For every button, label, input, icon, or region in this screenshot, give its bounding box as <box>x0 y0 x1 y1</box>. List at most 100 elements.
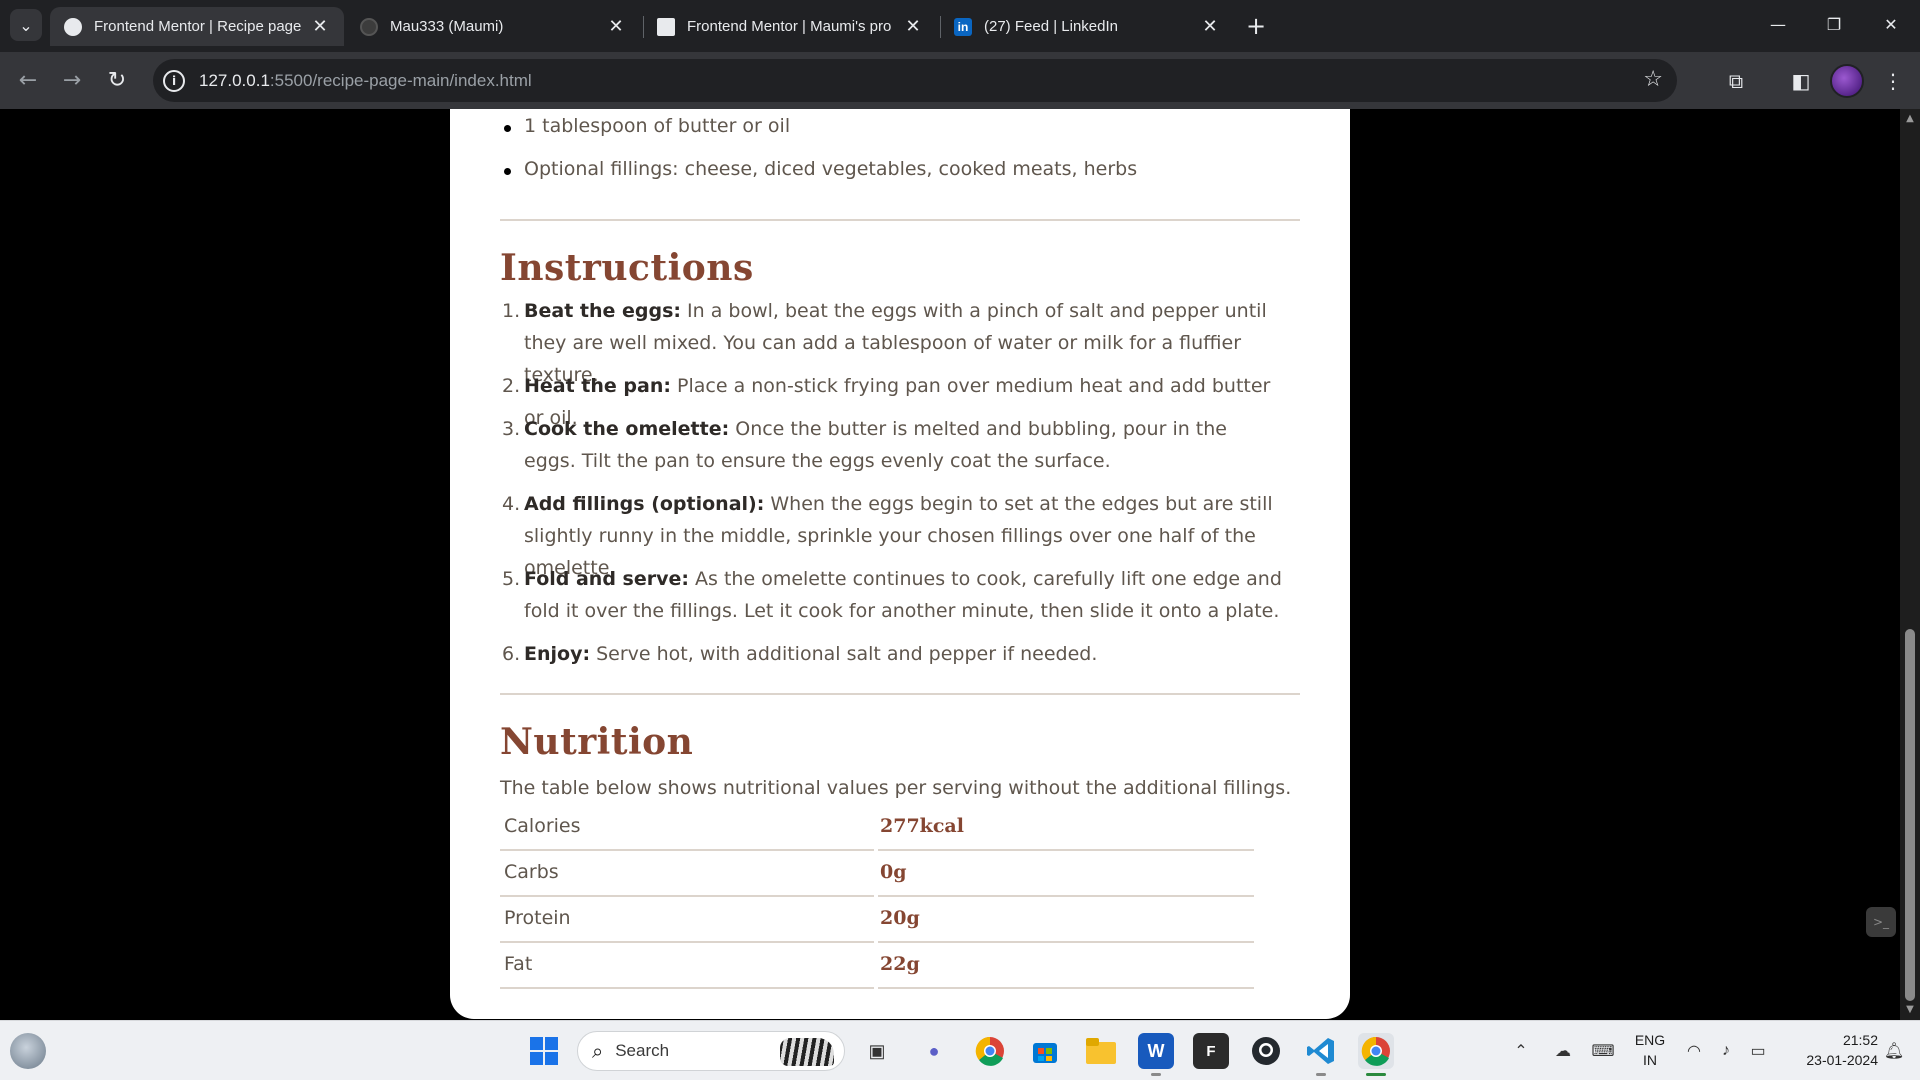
list-item: 1 tablespoon of butter or oil <box>503 115 791 137</box>
page-viewport: 1 tablespoon of butter or oil Optional f… <box>0 109 1900 1020</box>
onedrive-cloud-icon[interactable]: ☁ <box>1545 1033 1581 1069</box>
step-number: 2. <box>502 375 521 397</box>
keyboard-icon[interactable]: ⌨ <box>1585 1033 1621 1069</box>
nutrient-value: 0g <box>880 861 907 883</box>
file-explorer-icon[interactable] <box>1083 1033 1119 1069</box>
nutrient-value: 22g <box>880 953 920 975</box>
table-row: Carbs 0g <box>500 851 1256 897</box>
linkedin-favicon-icon: in <box>954 17 972 36</box>
list-item: Optional fillings: cheese, diced vegetab… <box>503 158 1138 180</box>
section-divider <box>500 693 1300 695</box>
address-bar[interactable]: i 127.0.0.1:5500/recipe-page-main/index.… <box>153 59 1677 102</box>
tab-linkedin-feed[interactable]: in (27) Feed | LinkedIn ✕ <box>940 7 1234 46</box>
browser-toolbar: ← → ↻ i 127.0.0.1:5500/recipe-page-main/… <box>0 52 1920 109</box>
step-title: Beat the eggs: <box>524 300 681 322</box>
teams-chat-icon[interactable]: ● <box>916 1033 952 1069</box>
step-title: Cook the omelette: <box>524 418 730 440</box>
region-code: IN <box>1643 1052 1657 1068</box>
site-info-icon[interactable]: i <box>163 69 185 92</box>
nutrition-intro: The table below shows nutritional values… <box>500 777 1292 799</box>
tab-close-icon[interactable]: ✕ <box>310 16 330 37</box>
nutrient-label: Calories <box>504 815 581 837</box>
nutrition-heading: Nutrition <box>500 721 694 763</box>
step-number: 6. <box>502 643 521 665</box>
restore-icon[interactable]: ❐ <box>1811 8 1857 40</box>
tab-title: Mau333 (Maumi) <box>390 18 504 35</box>
chrome-active-icon[interactable] <box>1358 1033 1394 1069</box>
wifi-icon[interactable]: ◠ <box>1680 1033 1708 1069</box>
tab-recipe-page[interactable]: Frontend Mentor | Recipe page ✕ <box>50 7 344 46</box>
reload-icon[interactable]: ↻ <box>101 64 133 96</box>
clock-time: 21:52 <box>1842 1032 1878 1048</box>
step-number: 1. <box>502 300 521 322</box>
tab-close-icon[interactable]: ✕ <box>903 16 923 37</box>
tab-search-chevron-icon[interactable]: ⌄ <box>10 9 42 41</box>
notification-bell-icon[interactable]: 🔔︎ <box>1880 1033 1908 1069</box>
clock[interactable]: 21:52 23-01-2024 <box>1782 1030 1878 1070</box>
scroll-down-arrow-icon[interactable]: ▼ <box>1904 1004 1916 1016</box>
battery-icon[interactable]: ▭ <box>1744 1033 1772 1069</box>
weather-widget-icon[interactable] <box>10 1033 46 1069</box>
language-indicator[interactable]: ENG IN <box>1628 1030 1672 1070</box>
task-view-icon[interactable]: ▣ <box>859 1033 895 1069</box>
browser-tab-bar: ⌄ Frontend Mentor | Recipe page ✕ Mau333… <box>0 0 1920 52</box>
page-scrollbar[interactable]: ▲ ▼ <box>1900 109 1920 1020</box>
vscode-icon[interactable] <box>1303 1033 1339 1069</box>
minimize-icon[interactable]: — <box>1755 8 1801 40</box>
tab-title: Frontend Mentor | Maumi's pro <box>687 18 892 35</box>
running-indicator <box>1316 1073 1326 1076</box>
volume-icon[interactable]: ♪ <box>1712 1033 1740 1069</box>
section-divider <box>500 219 1300 221</box>
step-title: Fold and serve: <box>524 568 689 590</box>
search-icon: ⌕ <box>592 1039 604 1063</box>
tab-frontend-mentor-profile[interactable]: Frontend Mentor | Maumi's pro ✕ <box>643 7 937 46</box>
microsoft-store-icon[interactable] <box>1027 1033 1063 1069</box>
scroll-up-arrow-icon[interactable]: ▲ <box>1904 113 1916 125</box>
tab-title: Frontend Mentor | Recipe page <box>94 18 302 35</box>
step-number: 4. <box>502 493 521 515</box>
taskbar-search[interactable]: ⌕ Search <box>577 1031 845 1071</box>
search-label: Search <box>615 1041 670 1060</box>
step-title: Add fillings (optional): <box>524 493 765 515</box>
github-desktop-icon[interactable] <box>1248 1033 1284 1069</box>
frontend-mentor-favicon-icon <box>64 17 82 36</box>
new-tab-plus-icon[interactable]: + <box>1241 11 1271 41</box>
show-hidden-icons-chevron-icon[interactable]: ⌃ <box>1503 1033 1539 1069</box>
scrollbar-thumb[interactable] <box>1905 629 1915 1001</box>
step-number: 5. <box>502 568 521 590</box>
extensions-puzzle-icon[interactable]: ⧉ <box>1723 68 1749 94</box>
close-window-icon[interactable]: ✕ <box>1868 8 1914 40</box>
instruction-step: 3. Cook the omelette: Once the butter is… <box>502 413 1284 477</box>
github-favicon-icon <box>360 17 378 36</box>
clock-date: 23-01-2024 <box>1806 1052 1878 1068</box>
tab-github-profile[interactable]: Mau333 (Maumi) ✕ <box>346 7 640 46</box>
bookmark-star-icon[interactable]: ☆ <box>1643 67 1663 92</box>
tab-close-icon[interactable]: ✕ <box>606 16 626 37</box>
recipe-card: 1 tablespoon of butter or oil Optional f… <box>450 109 1350 1019</box>
side-panel-icon[interactable]: ◧ <box>1788 68 1814 94</box>
windows-start-icon[interactable] <box>526 1033 562 1069</box>
active-indicator <box>1366 1073 1386 1076</box>
table-row: Fat 22g <box>500 943 1256 989</box>
extension-widget-icon[interactable]: >_ <box>1866 907 1896 937</box>
app-f-icon[interactable]: F <box>1193 1033 1229 1069</box>
search-highlight-zebra-icon <box>780 1038 834 1066</box>
table-row: Protein 20g <box>500 897 1256 943</box>
forward-arrow-icon[interactable]: → <box>56 64 88 96</box>
url-text[interactable]: 127.0.0.1:5500/recipe-page-main/index.ht… <box>199 71 532 91</box>
nutrient-value: 277kcal <box>880 815 964 837</box>
instruction-step: 6. Enjoy: Serve hot, with additional sal… <box>502 638 1284 670</box>
nutrient-value: 20g <box>880 907 920 929</box>
row-divider <box>878 987 1254 989</box>
windows-taskbar: ⌕ Search ▣ ● W F ⌃ ☁ ⌨ ENG IN ◠ ♪ ▭ 21:5… <box>0 1020 1920 1080</box>
profile-avatar[interactable] <box>1830 64 1864 98</box>
nutrient-label: Protein <box>504 907 571 929</box>
instruction-step: 5. Fold and serve: As the omelette conti… <box>502 563 1284 627</box>
back-arrow-icon[interactable]: ← <box>12 64 44 96</box>
word-icon[interactable]: W <box>1138 1033 1174 1069</box>
tab-title: (27) Feed | LinkedIn <box>984 18 1118 35</box>
tab-close-icon[interactable]: ✕ <box>1200 16 1220 37</box>
running-indicator <box>1151 1073 1161 1076</box>
chrome-icon[interactable] <box>972 1033 1008 1069</box>
more-menu-icon[interactable]: ⋮ <box>1880 68 1906 94</box>
